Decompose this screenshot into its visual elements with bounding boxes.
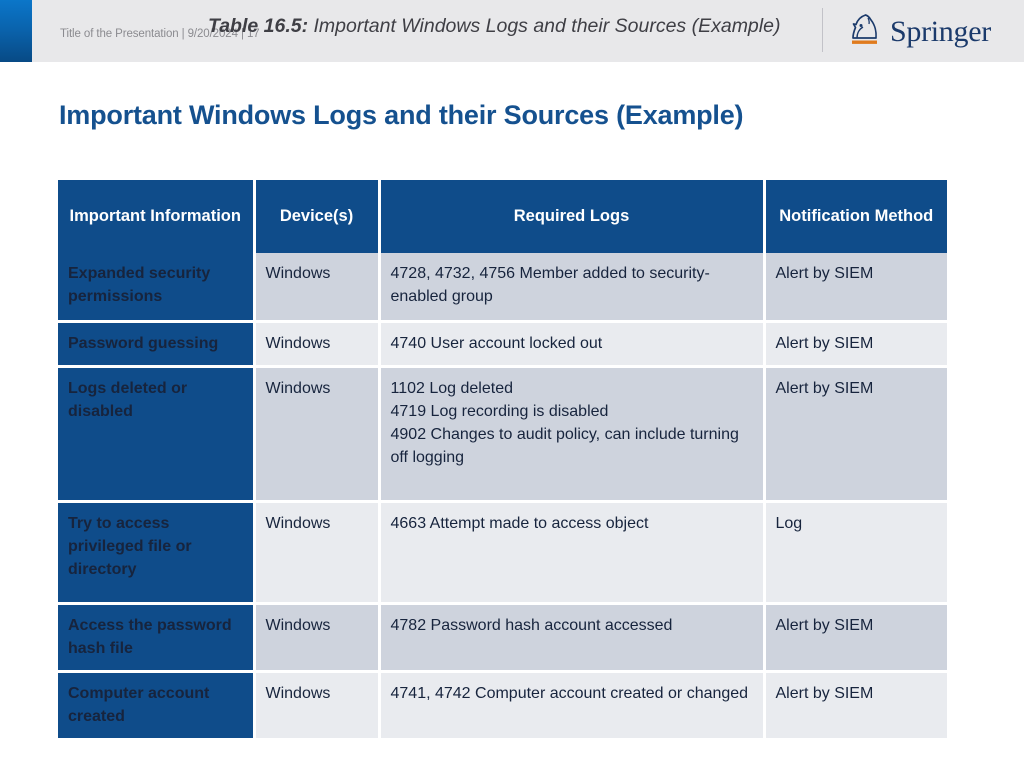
cell-required-logs: 4782 Password hash account accessed (379, 603, 766, 674)
column-header-devices: Device(s) (254, 180, 381, 253)
cell-required-logs: 4728, 4732, 4756 Member added to securit… (379, 253, 766, 323)
cell-required-logs: 4741, 4742 Computer account created or c… (379, 671, 766, 739)
header-accent-bar (0, 0, 32, 62)
table-header-row: Important Information Device(s) Required… (58, 180, 947, 253)
windows-logs-table: Important Information Device(s) Required… (58, 180, 947, 739)
cell-notification-method: Alert by SIEM (764, 321, 947, 368)
table-number-label: Table 16.5: (208, 15, 309, 37)
cell-important-information: Try to access privileged file or directo… (58, 501, 256, 605)
cell-required-logs: 4663 Attempt made to access object (379, 501, 766, 605)
table-row: Password guessing Windows 4740 User acco… (58, 321, 947, 368)
cell-notification-method: Alert by SIEM (764, 366, 947, 503)
table-row: Logs deleted or disabled Windows 1102 Lo… (58, 366, 947, 503)
cell-important-information: Logs deleted or disabled (58, 366, 256, 503)
cell-notification-method: Log (764, 501, 947, 605)
cell-important-information: Expanded security permissions (58, 253, 256, 323)
cell-notification-method: Alert by SIEM (764, 603, 947, 674)
slide-header-bar: Title of the Presentation | 9/20/2024 | … (0, 0, 1024, 62)
cell-devices: Windows (254, 603, 381, 674)
page-title: Important Windows Logs and their Sources… (59, 100, 744, 130)
cell-required-logs: 1102 Log deleted 4719 Log recording is d… (379, 366, 766, 503)
cell-devices: Windows (254, 366, 381, 503)
table-row: Try to access privileged file or directo… (58, 501, 947, 605)
column-header-notification-method: Notification Method (764, 180, 947, 253)
logs-table-container: Important Information Device(s) Required… (58, 180, 947, 739)
cell-notification-method: Alert by SIEM (764, 253, 947, 323)
cell-required-logs: 4740 User account locked out (379, 321, 766, 368)
table-row: Access the password hash file Windows 47… (58, 603, 947, 674)
header-divider (822, 8, 823, 52)
table-caption-text: Important Windows Logs and their Sources… (313, 15, 781, 37)
springer-logo: Springer (848, 10, 991, 54)
cell-important-information: Computer account created (58, 671, 256, 739)
cell-devices: Windows (254, 671, 381, 739)
table-row: Computer account created Windows 4741, 4… (58, 671, 947, 739)
cell-devices: Windows (254, 501, 381, 605)
column-header-required-logs: Required Logs (379, 180, 766, 253)
cell-devices: Windows (254, 321, 381, 368)
cell-notification-method: Alert by SIEM (764, 671, 947, 739)
cell-devices: Windows (254, 253, 381, 323)
springer-knight-icon (848, 12, 884, 52)
cell-important-information: Password guessing (58, 321, 256, 368)
table-row: Expanded security permissions Windows 47… (58, 253, 947, 323)
table-caption: Table 16.5: Important Windows Logs and t… (208, 15, 780, 38)
springer-wordmark: Springer (890, 15, 991, 48)
cell-important-information: Access the password hash file (58, 603, 256, 674)
column-header-important-information: Important Information (58, 180, 256, 253)
